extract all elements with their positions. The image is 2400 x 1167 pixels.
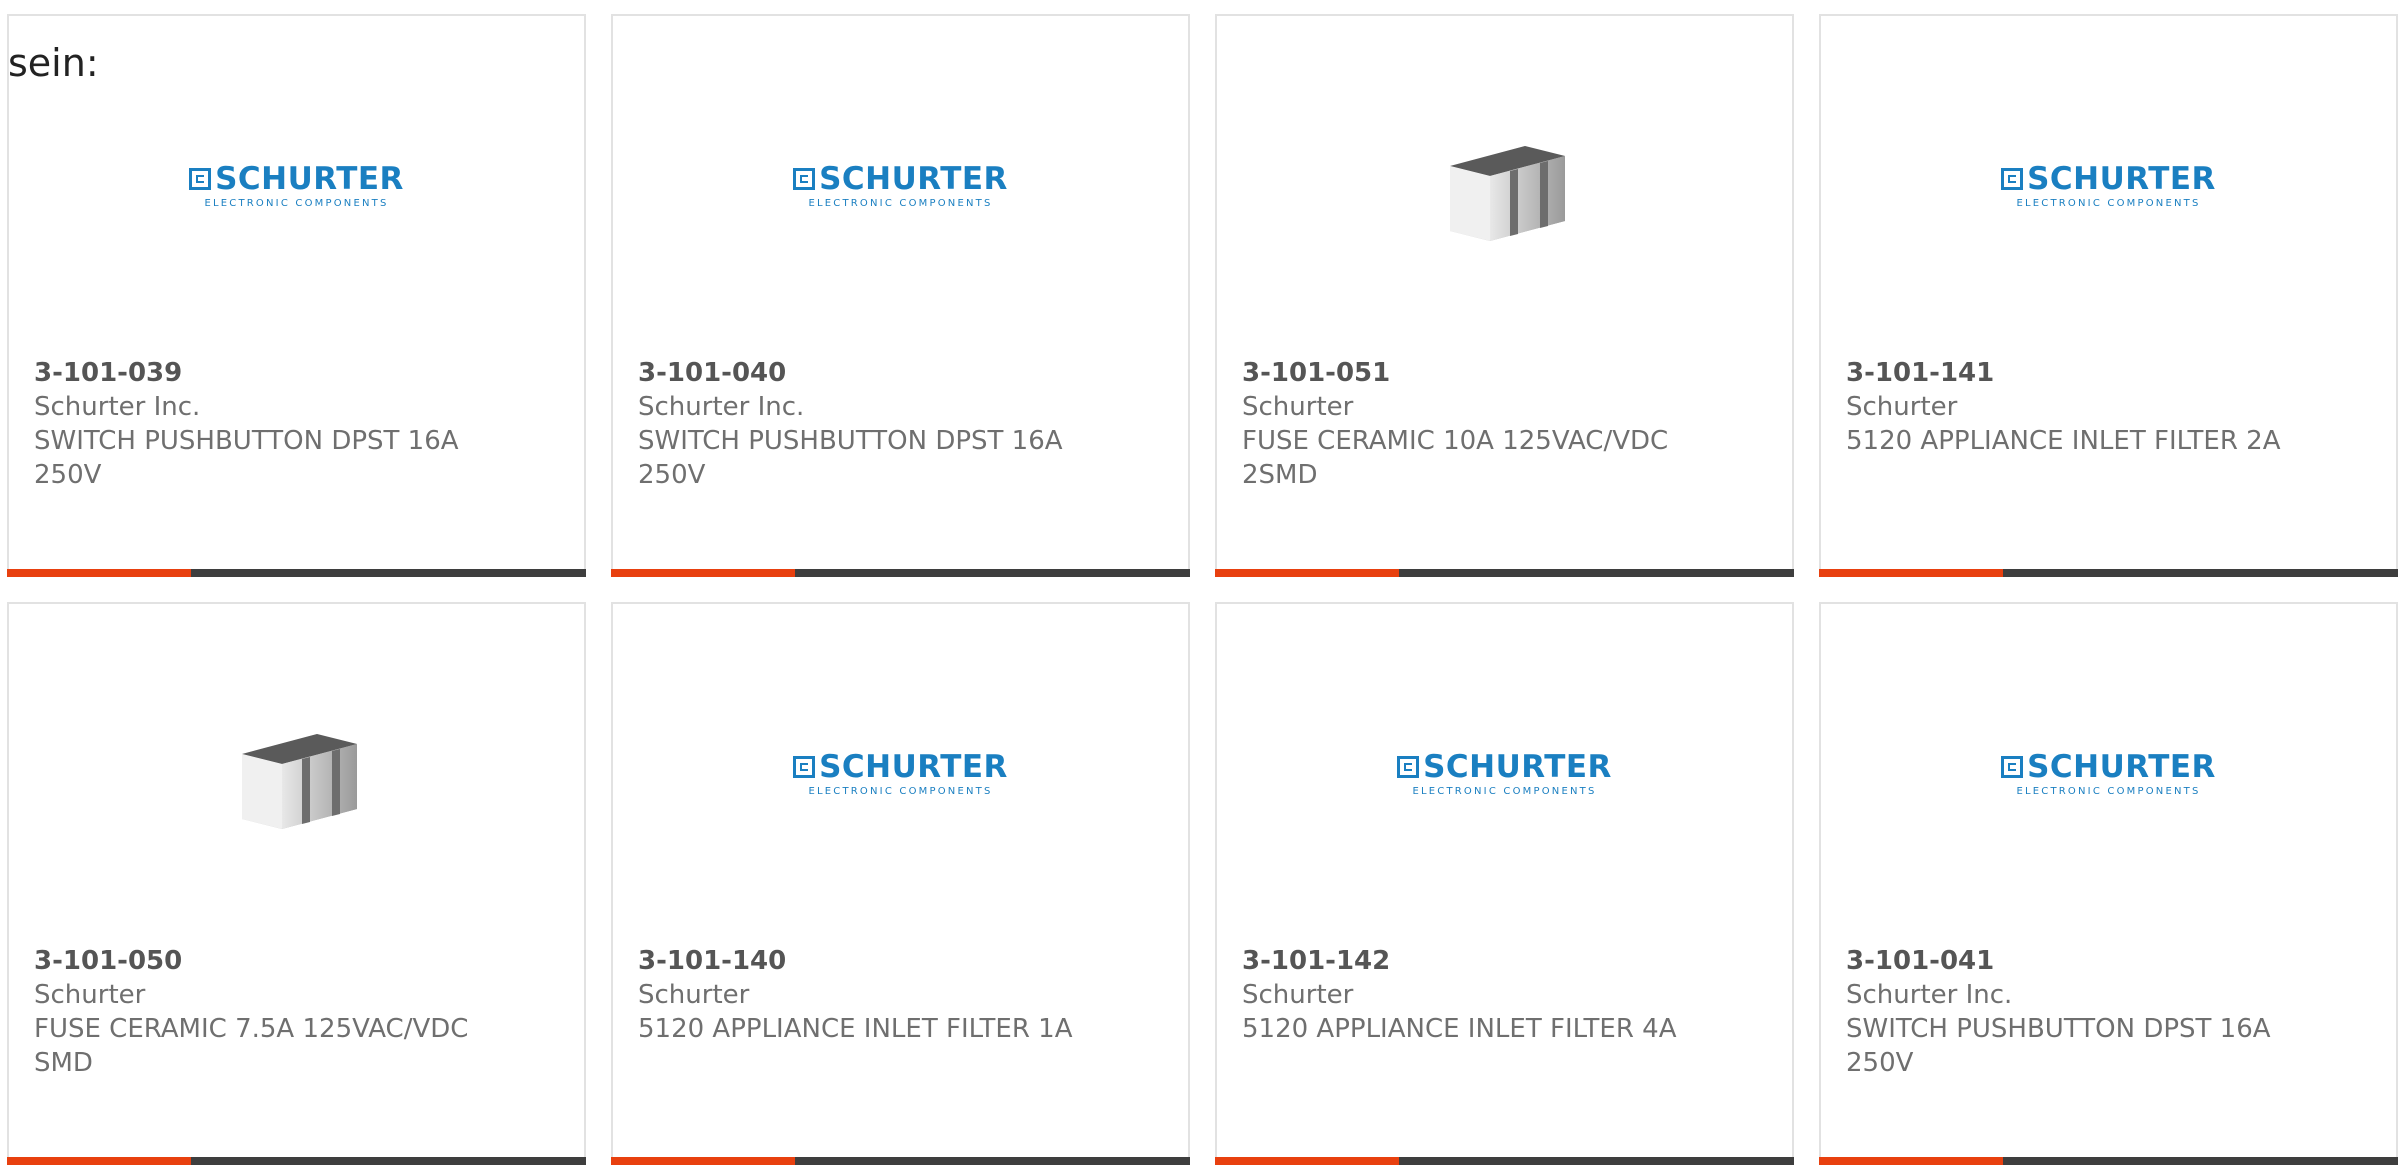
description: SWITCH PUSHBUTTON DPST 16A 250V <box>638 426 1063 490</box>
product-info: 3-101-142 Schurter 5120 APPLIANCE INLET … <box>1242 944 1767 1046</box>
card-bottom-bar <box>611 1157 1190 1165</box>
card-bottom-bar <box>1819 1157 2398 1165</box>
logo-tagline: ELECTRONIC COMPONENTS <box>1412 786 1597 797</box>
card-accent <box>7 569 191 577</box>
ceramic-fuse-photo <box>1449 146 1565 241</box>
part-number[interactable]: 3-101-039 <box>34 356 559 390</box>
schurter-mark-icon <box>2001 168 2024 190</box>
schurter-logo: SCHURTER ELECTRONIC COMPONENTS <box>2001 163 2216 209</box>
logo-brand-text: SCHURTER <box>819 161 1008 197</box>
product-info: 3-101-050 Schurter FUSE CERAMIC 7.5A 125… <box>34 944 559 1080</box>
logo-tagline: ELECTRONIC COMPONENTS <box>808 786 993 797</box>
manufacturer: Schurter <box>1242 392 1354 422</box>
product-card[interactable]: SCHURTER ELECTRONIC COMPONENTS 3-101-040… <box>611 14 1190 577</box>
card-accent <box>611 1157 795 1165</box>
description: SWITCH PUSHBUTTON DPST 16A 250V <box>1846 1014 2271 1078</box>
ceramic-fuse-photo <box>241 734 357 829</box>
logo-tagline: ELECTRONIC COMPONENTS <box>2016 786 2201 797</box>
schurter-mark-icon <box>1397 756 1420 778</box>
part-number[interactable]: 3-101-041 <box>1846 944 2371 978</box>
manufacturer: Schurter <box>638 980 750 1010</box>
product-image[interactable] <box>9 694 584 854</box>
product-info: 3-101-051 Schurter FUSE CERAMIC 10A 125V… <box>1242 356 1767 492</box>
description: 5120 APPLIANCE INLET FILTER 1A <box>638 1014 1073 1044</box>
card-bottom-bar <box>7 569 586 577</box>
logo-brand-text: SCHURTER <box>2027 749 2216 785</box>
product-info: 3-101-140 Schurter 5120 APPLIANCE INLET … <box>638 944 1163 1046</box>
product-card[interactable]: SCHURTER ELECTRONIC COMPONENTS 3-101-140… <box>611 602 1190 1165</box>
product-image[interactable]: SCHURTER ELECTRONIC COMPONENTS <box>1821 106 2396 266</box>
description: FUSE CERAMIC 7.5A 125VAC/VDC SMD <box>34 1014 469 1078</box>
part-number[interactable]: 3-101-050 <box>34 944 559 978</box>
card-accent <box>1819 569 2003 577</box>
description: SWITCH PUSHBUTTON DPST 16A 250V <box>34 426 459 490</box>
product-card[interactable]: SCHURTER ELECTRONIC COMPONENTS 3-101-142… <box>1215 602 1794 1165</box>
product-card[interactable]: SCHURTER ELECTRONIC COMPONENTS 3-101-039… <box>7 14 586 577</box>
part-number[interactable]: 3-101-140 <box>638 944 1163 978</box>
card-bottom-bar <box>7 1157 586 1165</box>
product-image[interactable]: SCHURTER ELECTRONIC COMPONENTS <box>9 106 584 266</box>
intro-text: sein: <box>8 41 99 85</box>
product-info: 3-101-041 Schurter Inc. SWITCH PUSHBUTTO… <box>1846 944 2371 1080</box>
manufacturer: Schurter Inc. <box>34 392 201 422</box>
logo-brand-text: SCHURTER <box>1423 749 1612 785</box>
card-accent <box>611 569 795 577</box>
product-info: 3-101-039 Schurter Inc. SWITCH PUSHBUTTO… <box>34 356 559 492</box>
manufacturer: Schurter Inc. <box>638 392 805 422</box>
schurter-logo: SCHURTER ELECTRONIC COMPONENTS <box>2001 751 2216 797</box>
card-bottom-bar <box>1215 1157 1794 1165</box>
logo-brand-text: SCHURTER <box>215 161 404 197</box>
part-number[interactable]: 3-101-142 <box>1242 944 1767 978</box>
part-number[interactable]: 3-101-040 <box>638 356 1163 390</box>
part-number[interactable]: 3-101-141 <box>1846 356 2371 390</box>
product-card[interactable]: SCHURTER ELECTRONIC COMPONENTS 3-101-041… <box>1819 602 2398 1165</box>
product-info: 3-101-040 Schurter Inc. SWITCH PUSHBUTTO… <box>638 356 1163 492</box>
schurter-logo: SCHURTER ELECTRONIC COMPONENTS <box>793 163 1008 209</box>
schurter-logo: SCHURTER ELECTRONIC COMPONENTS <box>793 751 1008 797</box>
card-accent <box>1215 569 1399 577</box>
product-card[interactable]: SCHURTER ELECTRONIC COMPONENTS 3-101-141… <box>1819 14 2398 577</box>
card-accent <box>1215 1157 1399 1165</box>
product-card[interactable]: 3-101-051 Schurter FUSE CERAMIC 10A 125V… <box>1215 14 1794 577</box>
schurter-logo: SCHURTER ELECTRONIC COMPONENTS <box>1397 751 1612 797</box>
product-image[interactable]: SCHURTER ELECTRONIC COMPONENTS <box>613 106 1188 266</box>
card-accent <box>1819 1157 2003 1165</box>
manufacturer: Schurter <box>1846 392 1958 422</box>
schurter-mark-icon <box>793 756 816 778</box>
card-bottom-bar <box>1819 569 2398 577</box>
description: FUSE CERAMIC 10A 125VAC/VDC 2SMD <box>1242 426 1669 490</box>
logo-brand-text: SCHURTER <box>819 749 1008 785</box>
schurter-mark-icon <box>189 168 212 190</box>
part-number[interactable]: 3-101-051 <box>1242 356 1767 390</box>
logo-tagline: ELECTRONIC COMPONENTS <box>2016 198 2201 209</box>
manufacturer: Schurter <box>1242 980 1354 1010</box>
description: 5120 APPLIANCE INLET FILTER 2A <box>1846 426 2281 456</box>
schurter-logo: SCHURTER ELECTRONIC COMPONENTS <box>189 163 404 209</box>
product-grid: SCHURTER ELECTRONIC COMPONENTS 3-101-039… <box>7 14 2400 1165</box>
product-image[interactable]: SCHURTER ELECTRONIC COMPONENTS <box>1821 694 2396 854</box>
manufacturer: Schurter <box>34 980 146 1010</box>
card-bottom-bar <box>1215 569 1794 577</box>
product-info: 3-101-141 Schurter 5120 APPLIANCE INLET … <box>1846 356 2371 458</box>
logo-tagline: ELECTRONIC COMPONENTS <box>204 198 389 209</box>
manufacturer: Schurter Inc. <box>1846 980 2013 1010</box>
card-bottom-bar <box>611 569 1190 577</box>
schurter-mark-icon <box>793 168 816 190</box>
product-card[interactable]: 3-101-050 Schurter FUSE CERAMIC 7.5A 125… <box>7 602 586 1165</box>
logo-brand-text: SCHURTER <box>2027 161 2216 197</box>
description: 5120 APPLIANCE INLET FILTER 4A <box>1242 1014 1677 1044</box>
card-accent <box>7 1157 191 1165</box>
logo-tagline: ELECTRONIC COMPONENTS <box>808 198 993 209</box>
product-image[interactable]: SCHURTER ELECTRONIC COMPONENTS <box>1217 694 1792 854</box>
schurter-mark-icon <box>2001 756 2024 778</box>
product-image[interactable] <box>1217 106 1792 266</box>
product-image[interactable]: SCHURTER ELECTRONIC COMPONENTS <box>613 694 1188 854</box>
